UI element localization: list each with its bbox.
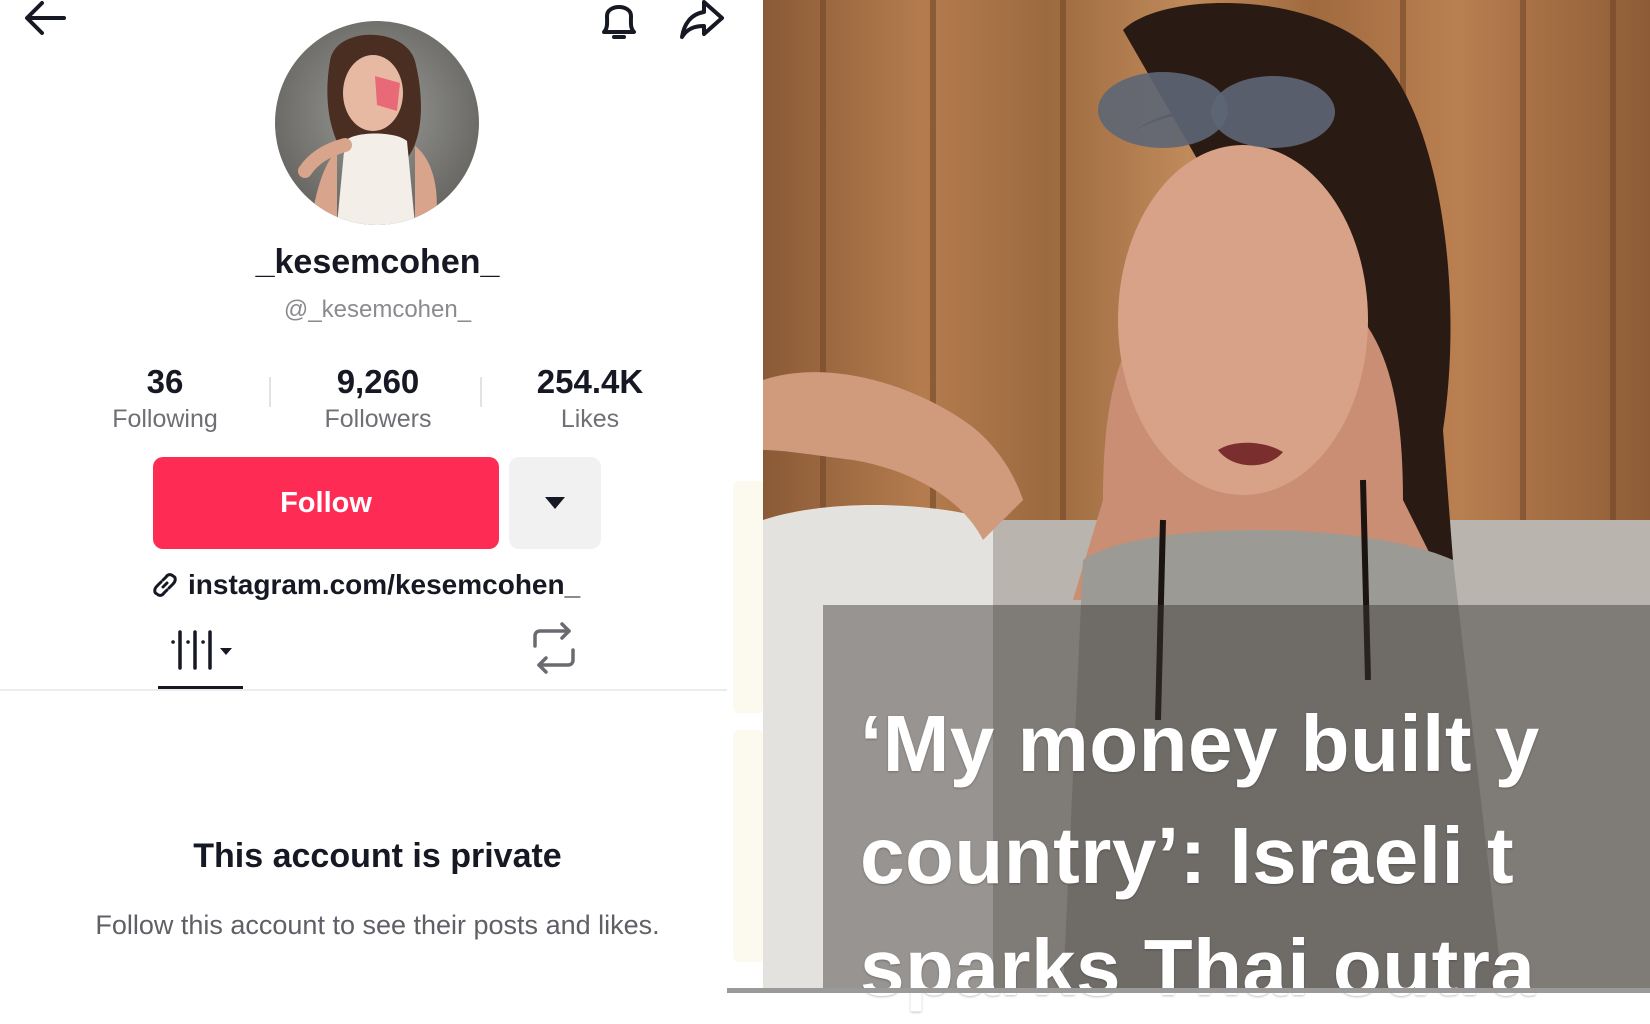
stat-followers-label: Followers	[324, 405, 432, 433]
display-name: _kesemcohen_	[255, 243, 500, 281]
bell-icon[interactable]	[596, 0, 642, 42]
stat-following-value: 36	[146, 363, 184, 400]
caret-down-icon	[220, 648, 232, 655]
stat-following[interactable]: 36 Following	[75, 362, 255, 434]
stat-likes-value: 254.4K	[536, 363, 644, 400]
suggested-accounts-button[interactable]	[509, 457, 601, 549]
stat-likes: 254.4K Likes	[500, 362, 680, 434]
grid-icon	[171, 630, 219, 670]
stat-divider	[269, 377, 271, 407]
side-panel-strip	[733, 730, 764, 962]
caret-down-icon	[545, 497, 565, 509]
profile-panel: _kesemcohen_ @_kesemcohen_ 36 Following …	[0, 0, 727, 993]
stat-followers[interactable]: 9,260 Followers	[288, 362, 468, 434]
share-arrow-icon[interactable]	[678, 0, 726, 40]
private-account-subtitle: Follow this account to see their posts a…	[95, 910, 660, 940]
link-icon	[153, 573, 177, 597]
username-handle: @_kesemcohen_	[283, 296, 472, 323]
stat-following-label: Following	[112, 405, 218, 433]
tabs-divider	[0, 689, 727, 691]
stat-divider	[480, 377, 482, 407]
side-panel-strip	[733, 481, 764, 713]
back-arrow-icon[interactable]	[22, 0, 68, 36]
stat-likes-label: Likes	[560, 405, 620, 433]
private-account-title: This account is private	[193, 837, 562, 875]
avatar	[275, 21, 479, 225]
bio-link[interactable]: instagram.com/kesemcohen_	[150, 565, 580, 605]
tab-reposts[interactable]	[525, 620, 583, 676]
follow-button[interactable]: Follow	[153, 457, 499, 549]
video-headline-caption: ‘My money built y country’: Israeli t sp…	[860, 699, 1540, 1012]
video-bottom-edge	[727, 988, 1650, 993]
tab-videos[interactable]	[158, 618, 244, 688]
stat-followers-value: 9,260	[336, 363, 420, 400]
bio-link-text: instagram.com/kesemcohen_	[188, 569, 581, 600]
repost-icon	[533, 622, 575, 674]
